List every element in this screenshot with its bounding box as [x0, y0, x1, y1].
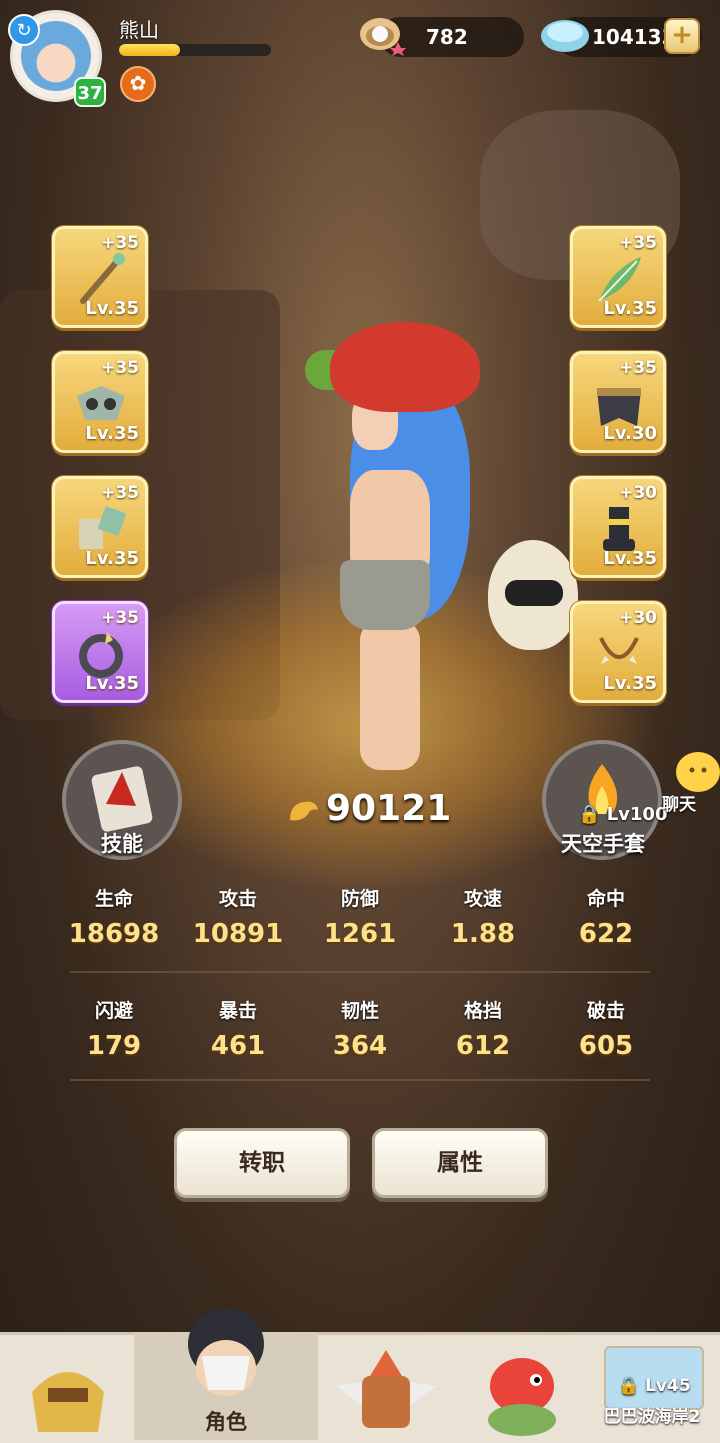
equip-plus: +35 — [619, 233, 657, 253]
equip-plus: +35 — [101, 233, 139, 253]
gem-count: 104133 — [592, 25, 676, 49]
equip-plus: +30 — [619, 608, 657, 628]
map-lock-level-text: Lv45 — [645, 1376, 691, 1396]
stat-label: 攻击 — [218, 888, 257, 910]
stat-value: 605 — [578, 1031, 634, 1061]
map-lock-level: 🔒 Lv45 — [618, 1376, 691, 1396]
equip-plus: +35 — [101, 483, 139, 503]
stats-divider — [70, 971, 650, 973]
equip-slot-right-2[interactable]: +35 Lv.30 — [570, 351, 666, 453]
equip-level: Lv.35 — [603, 548, 657, 569]
stats-divider — [70, 1079, 650, 1081]
equip-level: Lv.35 — [85, 548, 139, 569]
equip-slot-left-1[interactable]: +35 Lv.35 — [52, 226, 148, 328]
pearl-shell-icon — [360, 18, 406, 56]
job-transfer-button[interactable]: 转职 — [174, 1128, 350, 1198]
nav-tab-totem[interactable] — [318, 1332, 454, 1440]
equip-plus: +35 — [101, 608, 139, 628]
egg-eyes-decoration — [505, 580, 563, 606]
player-name: 熊山 — [119, 18, 159, 42]
stat-item: 防御 1261 — [300, 884, 420, 949]
character-icon — [188, 1308, 264, 1396]
stat-value: 612 — [455, 1031, 511, 1061]
stat-label: 闪避 — [94, 1000, 133, 1022]
character-hat — [330, 322, 480, 412]
stat-label: 暴击 — [218, 1000, 257, 1022]
stat-label: 攻速 — [463, 888, 502, 910]
nav-tab-tribe[interactable] — [0, 1332, 134, 1440]
equip-slot-left-2[interactable]: +35 Lv.35 — [52, 351, 148, 453]
totem-icon — [336, 1350, 436, 1428]
combat-power: 90121 — [326, 788, 452, 829]
stat-item: 攻速 1.88 — [423, 884, 543, 949]
stat-label: 防御 — [340, 888, 379, 910]
stat-value: 1261 — [323, 919, 397, 949]
stat-label: 生命 — [94, 888, 133, 910]
stat-item: 破击 605 — [546, 996, 666, 1061]
equip-plus: +30 — [619, 483, 657, 503]
stat-item: 命中 622 — [546, 884, 666, 949]
map-name-label: 巴巴波海岸2 — [603, 1407, 701, 1427]
equip-slot-right-3[interactable]: +30 Lv.35 — [570, 476, 666, 578]
stat-item: 格挡 612 — [423, 996, 543, 1061]
equip-slot-left-4[interactable]: +35 Lv.35 — [52, 601, 148, 703]
tribe-chief-icon — [32, 1372, 104, 1432]
character-skirt — [340, 560, 430, 630]
equip-slot-left-3[interactable]: +35 Lv.35 — [52, 476, 148, 578]
equip-level: Lv.35 — [603, 298, 657, 319]
stat-value: 18698 — [68, 919, 160, 949]
stat-label: 格挡 — [463, 1000, 502, 1022]
nav-tab-map[interactable]: 🔒 Lv45 巴巴波海岸2 — [584, 1332, 720, 1440]
stat-label: 韧性 — [340, 1000, 379, 1022]
lock-icon: 🔒 — [618, 1376, 640, 1396]
stat-value: 1.88 — [450, 919, 516, 949]
nav-character-label: 角色 — [205, 1410, 247, 1434]
stat-item: 暴击 461 — [178, 996, 298, 1061]
stat-value: 364 — [332, 1031, 388, 1061]
sync-icon[interactable]: ↻ — [8, 14, 40, 46]
stat-label: 破击 — [586, 1000, 625, 1022]
gem-shell-icon — [541, 20, 589, 52]
attributes-button[interactable]: 属性 — [372, 1128, 548, 1198]
exp-bar — [119, 44, 271, 56]
pet-dino-icon — [488, 1358, 556, 1436]
equip-level: Lv.35 — [85, 673, 139, 694]
stat-value: 10891 — [192, 919, 284, 949]
skill-label: 技能 — [101, 832, 143, 856]
stat-item: 生命 18698 — [54, 884, 174, 949]
chat-button[interactable]: 聊天 — [650, 750, 720, 815]
equip-level: Lv.35 — [85, 298, 139, 319]
character-legs — [360, 620, 420, 770]
nav-tab-pet[interactable] — [454, 1332, 584, 1440]
stat-item: 攻击 10891 — [178, 884, 298, 949]
stat-label: 命中 — [586, 888, 625, 910]
nav-tab-character[interactable]: 角色 — [134, 1308, 318, 1440]
stat-item: 闪避 179 — [54, 996, 174, 1061]
equip-slot-right-4[interactable]: +30 Lv.35 — [570, 601, 666, 703]
equip-level: Lv.35 — [603, 673, 657, 694]
equip-level: Lv.30 — [603, 423, 657, 444]
buff-icon[interactable]: ✿ — [120, 66, 156, 102]
stat-item: 韧性 364 — [300, 996, 420, 1061]
arm-power-icon — [290, 801, 318, 821]
add-gems-button[interactable]: + — [664, 18, 700, 54]
stat-value: 179 — [86, 1031, 142, 1061]
equip-level: Lv.35 — [85, 423, 139, 444]
chat-label: 聊天 — [662, 795, 696, 815]
equip-plus: +35 — [101, 358, 139, 378]
equip-plus: +35 — [619, 358, 657, 378]
exp-bar-fill — [119, 44, 180, 56]
stat-value: 622 — [578, 919, 634, 949]
pearl-count: 782 — [426, 25, 468, 49]
lock-icon: 🔒 — [578, 804, 601, 825]
player-level-badge: 37 — [74, 77, 106, 107]
weapon-label: 天空手套 — [561, 832, 645, 856]
stat-value: 461 — [210, 1031, 266, 1061]
equip-slot-right-1[interactable]: +35 Lv.35 — [570, 226, 666, 328]
